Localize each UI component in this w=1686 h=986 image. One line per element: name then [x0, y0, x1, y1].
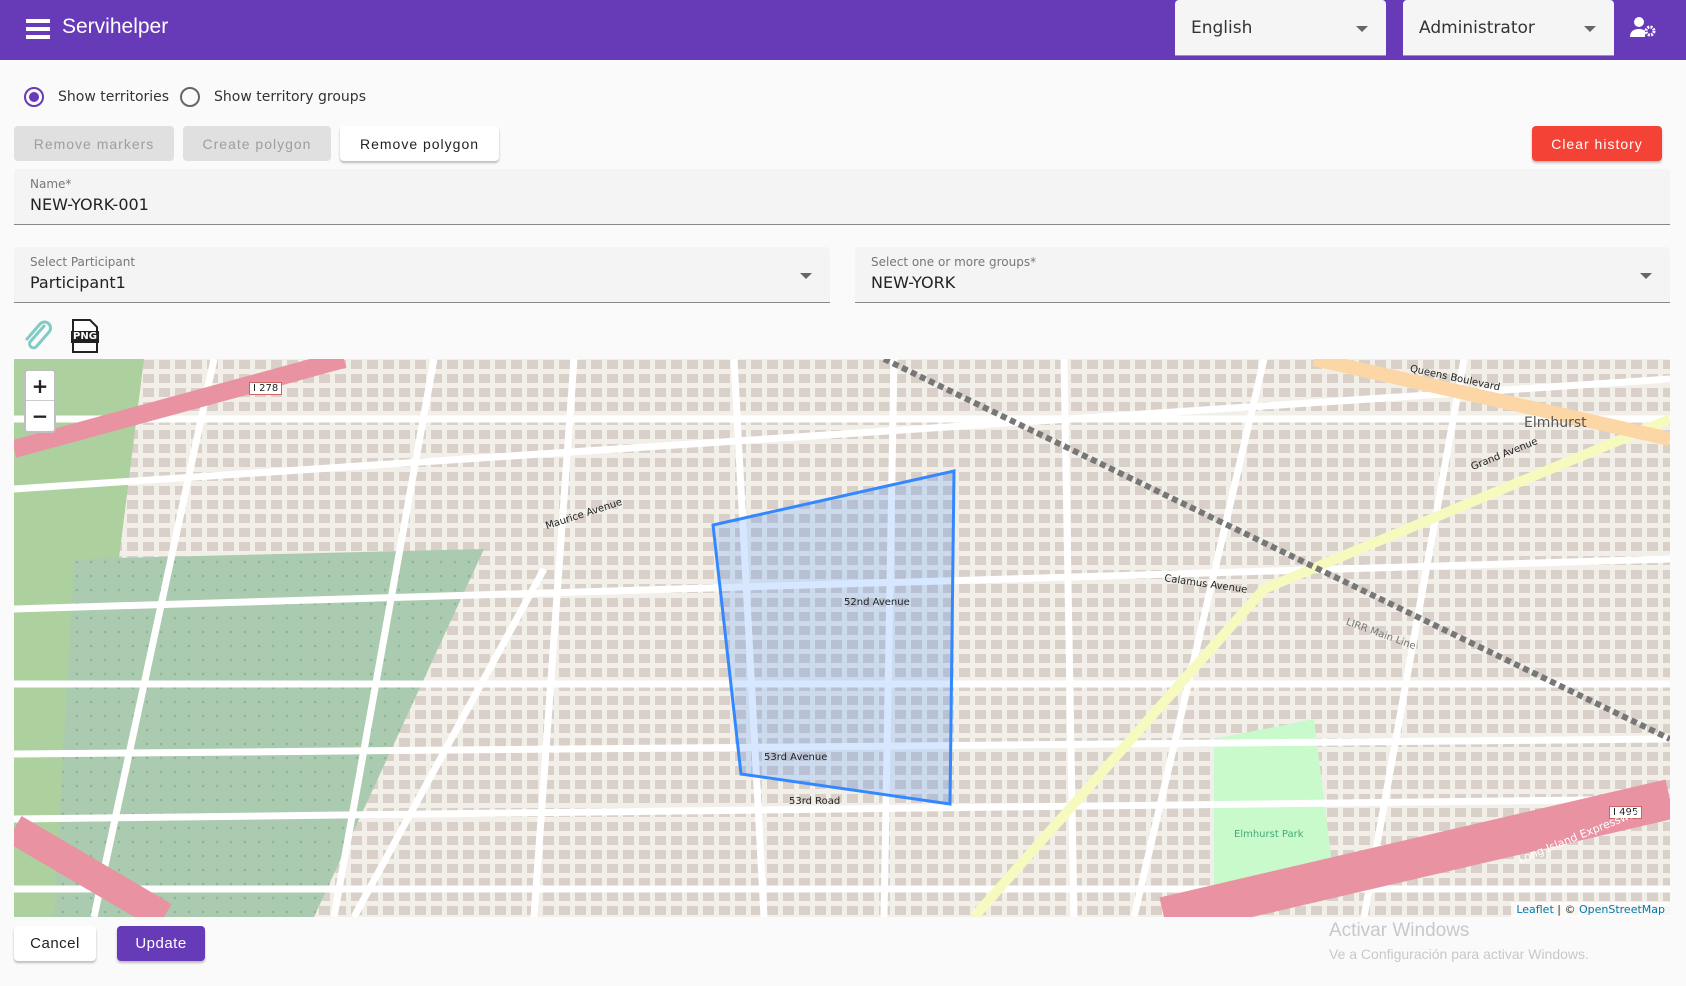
- map-attribution: Leaflet | © OpenStreetMap: [1511, 902, 1670, 917]
- map-label: Elmhurst: [1524, 415, 1587, 431]
- radio-checked-icon: [24, 87, 44, 107]
- map-label: 53rd Road: [789, 796, 841, 807]
- remove-markers-button[interactable]: Remove markers: [14, 126, 174, 161]
- name-value[interactable]: NEW-YORK-001: [30, 195, 149, 214]
- watermark-subtitle: Ve a Configuración para activar Windows.: [1329, 946, 1589, 962]
- participant-label: Select Participant: [30, 255, 136, 269]
- paperclip-icon[interactable]: [22, 320, 54, 352]
- chevron-down-icon: [800, 273, 812, 279]
- language-select[interactable]: English: [1175, 0, 1386, 56]
- role-select[interactable]: Administrator: [1403, 0, 1614, 56]
- radio-show-territory-groups[interactable]: Show territory groups: [180, 87, 366, 107]
- menu-icon[interactable]: [26, 19, 50, 39]
- language-value: English: [1191, 18, 1253, 38]
- leaflet-link[interactable]: Leaflet: [1516, 903, 1553, 916]
- chevron-down-icon: [1356, 26, 1368, 32]
- name-field[interactable]: Name* NEW-YORK-001: [14, 169, 1670, 225]
- chevron-down-icon: [1584, 26, 1596, 32]
- png-label: PNG: [73, 331, 97, 342]
- zoom-in-button[interactable]: +: [26, 371, 54, 401]
- cancel-button[interactable]: Cancel: [14, 926, 96, 961]
- zoom-out-button[interactable]: −: [26, 401, 54, 431]
- radio-unchecked-icon: [180, 87, 200, 107]
- osm-link[interactable]: OpenStreetMap: [1579, 903, 1665, 916]
- zoom-control: + −: [24, 369, 56, 433]
- role-value: Administrator: [1419, 18, 1535, 38]
- groups-select[interactable]: Select one or more groups* NEW-YORK: [855, 247, 1670, 303]
- groups-label: Select one or more groups*: [871, 255, 1037, 269]
- map-label: 53rd Avenue: [764, 752, 828, 763]
- update-button[interactable]: Update: [117, 926, 205, 961]
- groups-value: NEW-YORK: [871, 273, 956, 292]
- app-bar: Servihelper English Administrator: [0, 0, 1686, 60]
- create-polygon-button[interactable]: Create polygon: [183, 126, 331, 161]
- map-label: Elmhurst Park: [1234, 829, 1304, 840]
- clear-history-button[interactable]: Clear history: [1532, 126, 1662, 161]
- watermark-title: Activar Windows: [1329, 920, 1470, 941]
- attribution-separator: | ©: [1553, 903, 1579, 916]
- app-title: Servihelper: [62, 15, 169, 38]
- participant-value: Participant1: [30, 273, 126, 292]
- map-tiles: [14, 359, 1670, 917]
- chevron-down-icon: [1640, 273, 1652, 279]
- user-settings-icon[interactable]: [1630, 16, 1656, 38]
- map[interactable]: Elmhurst Queens Boulevard Grand Avenue M…: [14, 359, 1670, 917]
- windows-watermark: Activar Windows Ve a Configuración para …: [1329, 920, 1589, 962]
- png-export-icon[interactable]: PNG: [71, 319, 99, 353]
- name-label: Name*: [30, 177, 72, 191]
- remove-polygon-button[interactable]: Remove polygon: [340, 126, 499, 161]
- radio-show-territories[interactable]: Show territories: [24, 87, 169, 107]
- map-label: 52nd Avenue: [844, 597, 910, 608]
- radio-label: Show territories: [58, 89, 170, 105]
- participant-select[interactable]: Select Participant Participant1: [14, 247, 830, 303]
- radio-label: Show territory groups: [214, 89, 366, 105]
- map-shield: I 278: [249, 382, 283, 395]
